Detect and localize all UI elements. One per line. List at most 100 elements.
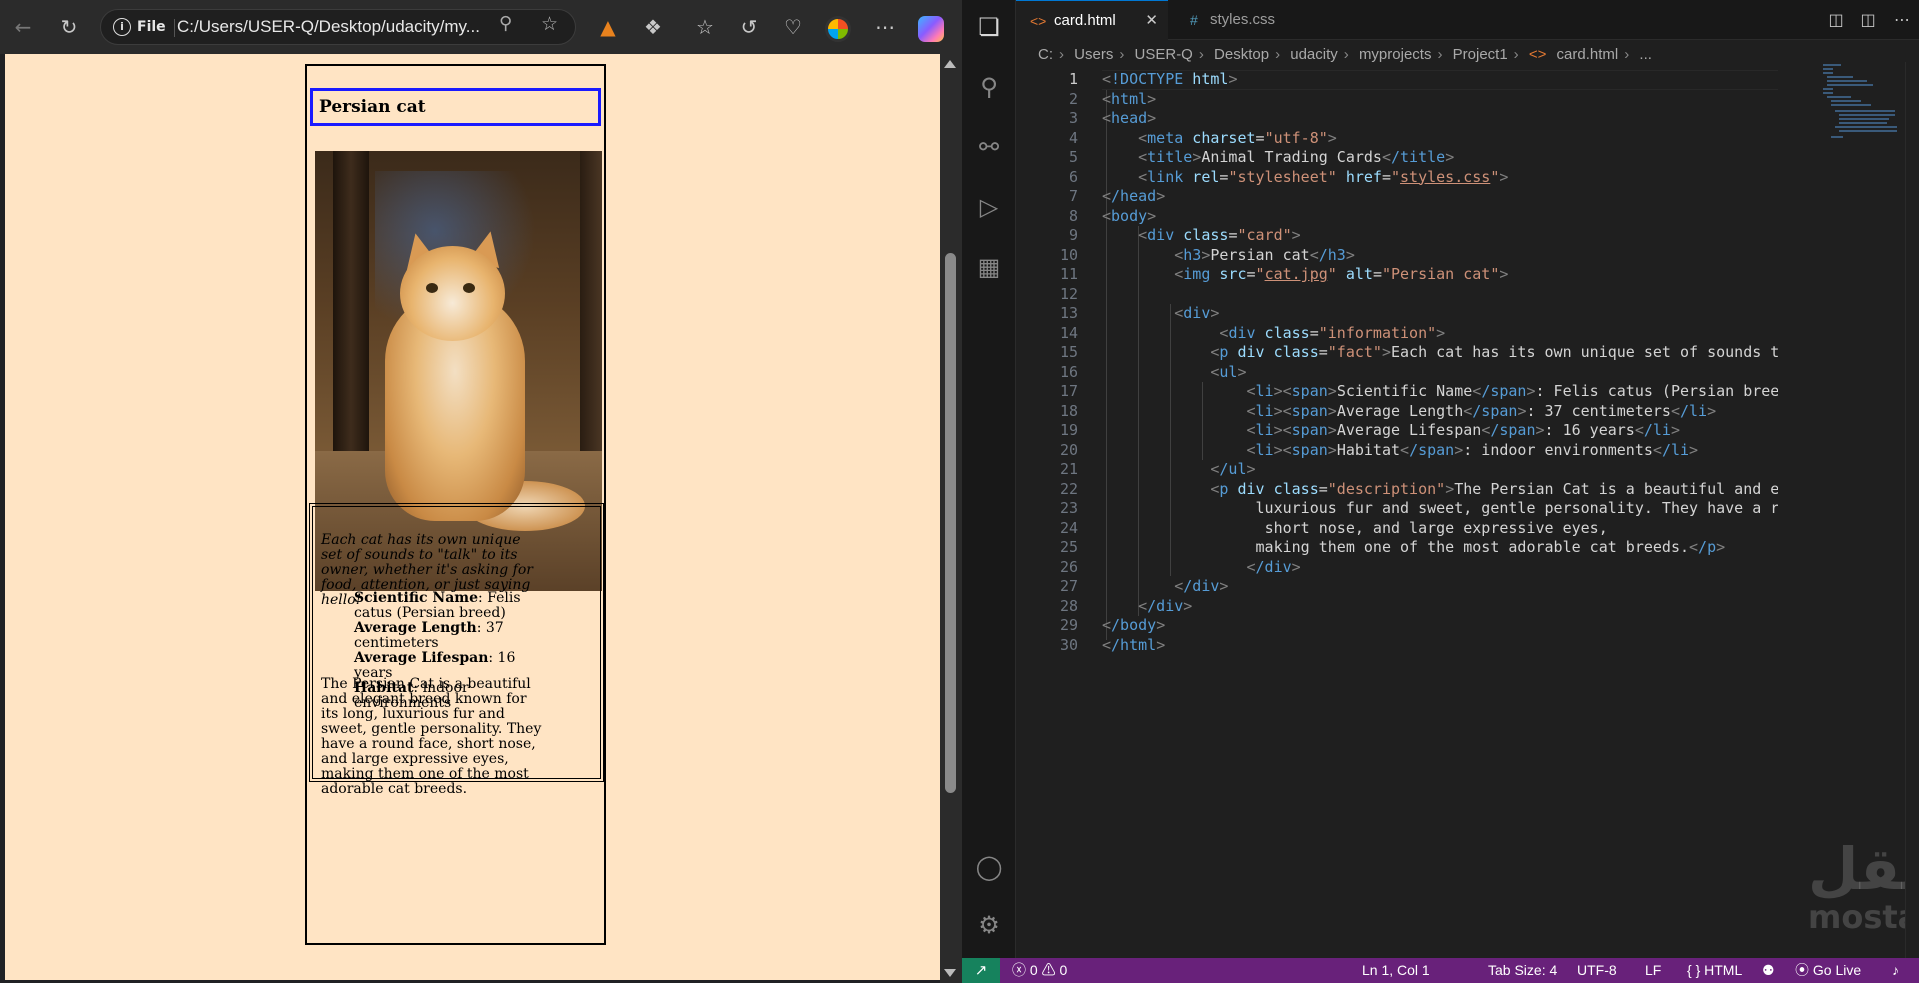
breadcrumb-item[interactable]: myprojects	[1359, 46, 1432, 63]
breadcrumb-item[interactable]: ...	[1639, 46, 1652, 63]
copilot-icon[interactable]	[918, 16, 944, 42]
line-number: 16	[1059, 362, 1078, 381]
tab-card-html[interactable]: <> card.html ✕	[1016, 0, 1168, 40]
list-item: Average Length: 37 centimeters	[354, 621, 544, 651]
language-mode[interactable]: { } HTML	[1687, 958, 1742, 983]
encoding[interactable]: UTF-8	[1577, 958, 1617, 983]
editor-tab-bar: <> card.html ✕ # styles.css ◫ ◫ ⋯	[1016, 0, 1919, 40]
page-viewport: Persian cat Each cat has its own unique …	[5, 54, 940, 980]
code-line: <html>	[1102, 89, 1157, 108]
scroll-down-icon[interactable]	[944, 969, 956, 977]
favorites-icon[interactable]: ☆	[690, 12, 720, 42]
html-file-icon: <>	[1528, 46, 1547, 63]
code-line: making them one of the most adorable cat…	[1255, 538, 1726, 556]
breadcrumb-item[interactable]: card.html	[1557, 46, 1619, 63]
profile-icon[interactable]	[825, 16, 851, 42]
open-preview-icon[interactable]: ◫	[1826, 10, 1846, 30]
watermark: مستقل mostaql.com	[1808, 838, 1919, 934]
scrollbar-thumb[interactable]	[945, 253, 956, 793]
address-divider	[174, 19, 175, 37]
cursor-position[interactable]: Ln 1, Col 1	[1362, 958, 1430, 983]
copilot-status-icon[interactable]: ⚉	[1762, 958, 1775, 983]
extensions-icon[interactable]: ▦	[974, 252, 1004, 282]
line-number: 9	[1068, 226, 1078, 244]
code-line: <body>	[1102, 206, 1157, 225]
line-number: 23	[1059, 499, 1078, 517]
more-actions-icon[interactable]: ⋯	[1892, 10, 1912, 30]
line-number: 12	[1059, 284, 1078, 303]
line-number: 20	[1059, 440, 1078, 459]
code-editor[interactable]: <!DOCTYPE html> <html> <head> <meta char…	[1102, 70, 1778, 830]
notifications-bell-icon[interactable]: ♪	[1892, 958, 1899, 983]
code-line: <p div class="fact">Each cat has its own…	[1210, 343, 1778, 361]
back-arrow-icon[interactable]: ←	[8, 12, 38, 42]
tab-label: card.html	[1054, 12, 1116, 29]
source-control-icon[interactable]: ⚯	[974, 132, 1004, 162]
breadcrumb-item[interactable]: USER-Q	[1135, 46, 1193, 63]
more-icon[interactable]: ⋯	[870, 12, 900, 42]
line-number: 24	[1059, 518, 1078, 537]
breadcrumb: C: › Users › USER-Q › Desktop › udacity › myp…	[1038, 46, 1652, 63]
go-live-label: Go Live	[1812, 962, 1862, 978]
information-box: Each cat has its own unique set of sound…	[309, 503, 604, 797]
accounts-icon[interactable]: ◯	[974, 852, 1004, 882]
split-editor-icon[interactable]: ◫	[1858, 10, 1878, 30]
code-line: <li><span>Average Lifespan</span>: 16 ye…	[1246, 421, 1681, 439]
favorite-star-icon[interactable]: ☆	[541, 13, 558, 35]
fact-label: Scientific Name	[354, 590, 478, 606]
description-text: The Persian Cat is a beautiful and elega…	[321, 676, 542, 797]
manage-gear-icon[interactable]: ⚙	[974, 910, 1004, 940]
problems-status[interactable]: ⓧ 0 ⚠ 0	[1012, 958, 1067, 983]
zoom-out-icon[interactable]: ⚲	[499, 13, 512, 34]
performance-heart-icon[interactable]: ♡	[778, 12, 808, 42]
remote-indicator-icon[interactable]: ↗	[962, 958, 1000, 983]
line-number: 1	[1068, 70, 1078, 88]
close-icon[interactable]: ✕	[1145, 1, 1158, 41]
refresh-icon[interactable]: ↻	[54, 12, 84, 42]
line-number: 2	[1068, 89, 1078, 108]
code-line: </html>	[1102, 635, 1166, 654]
go-live-button[interactable]: ⦿ Go Live	[1795, 958, 1861, 983]
line-ending[interactable]: LF	[1645, 958, 1661, 983]
minimap[interactable]	[1823, 62, 1905, 142]
fact-label: Average Length	[354, 620, 477, 636]
code-line: <li><span>Average Length</span>: 37 cent…	[1246, 401, 1717, 420]
line-number: 11	[1059, 265, 1078, 283]
extensions-puzzle-icon[interactable]: ❖	[638, 12, 668, 42]
line-number: 10	[1059, 245, 1078, 264]
status-bar: ↗ ⓧ 0 ⚠ 0 Ln 1, Col 1 Tab Size: 4 UTF-8 …	[962, 958, 1919, 983]
breadcrumb-item[interactable]: Desktop	[1214, 46, 1269, 63]
tab-styles-css[interactable]: # styles.css	[1168, 0, 1320, 40]
history-icon[interactable]: ↺	[734, 12, 764, 42]
breadcrumb-item[interactable]: C:	[1038, 46, 1053, 63]
line-number: 4	[1068, 128, 1078, 147]
image-src-link[interactable]: cat.jpg	[1265, 265, 1328, 283]
code-line: <div>	[1174, 304, 1220, 322]
tab-label: styles.css	[1210, 11, 1276, 28]
card-title: Persian cat	[310, 88, 601, 126]
tab-size[interactable]: Tab Size: 4	[1488, 958, 1557, 983]
line-number: 28	[1059, 596, 1078, 615]
broadcast-icon: ⦿	[1795, 962, 1809, 978]
search-icon[interactable]: ⚲	[974, 72, 1004, 102]
metamask-fox-icon[interactable]: ▲	[593, 12, 623, 42]
address-bar[interactable]: i File C:/Users/USER-Q/Desktop/udacity/m…	[100, 9, 576, 45]
browser-window: ← ↻ i File C:/Users/USER-Q/Desktop/udaci…	[0, 0, 982, 983]
breadcrumb-item[interactable]: Project1	[1453, 46, 1508, 63]
code-line: <title>Animal Trading Cards</title>	[1138, 148, 1455, 166]
code-line: <img src="cat.jpg" alt="Persian cat">	[1174, 265, 1509, 283]
url-text[interactable]: C:/Users/USER-Q/Desktop/udacity/my...	[177, 17, 495, 37]
line-number: 3	[1068, 109, 1078, 127]
explorer-icon[interactable]: ❏	[974, 12, 1004, 42]
line-number: 25	[1059, 538, 1078, 556]
info-icon[interactable]: i	[113, 18, 131, 36]
breadcrumb-item[interactable]: Users	[1074, 46, 1113, 63]
line-number: 19	[1059, 421, 1078, 439]
editor-scrollbar[interactable]	[1905, 62, 1919, 958]
stylesheet-link[interactable]: styles.css	[1400, 168, 1490, 186]
breadcrumb-item[interactable]: udacity	[1290, 46, 1338, 63]
run-debug-icon[interactable]: ▷	[974, 192, 1004, 222]
scroll-up-icon[interactable]	[944, 60, 956, 68]
page-scrollbar[interactable]	[940, 54, 962, 983]
css-file-icon: #	[1190, 12, 1198, 28]
